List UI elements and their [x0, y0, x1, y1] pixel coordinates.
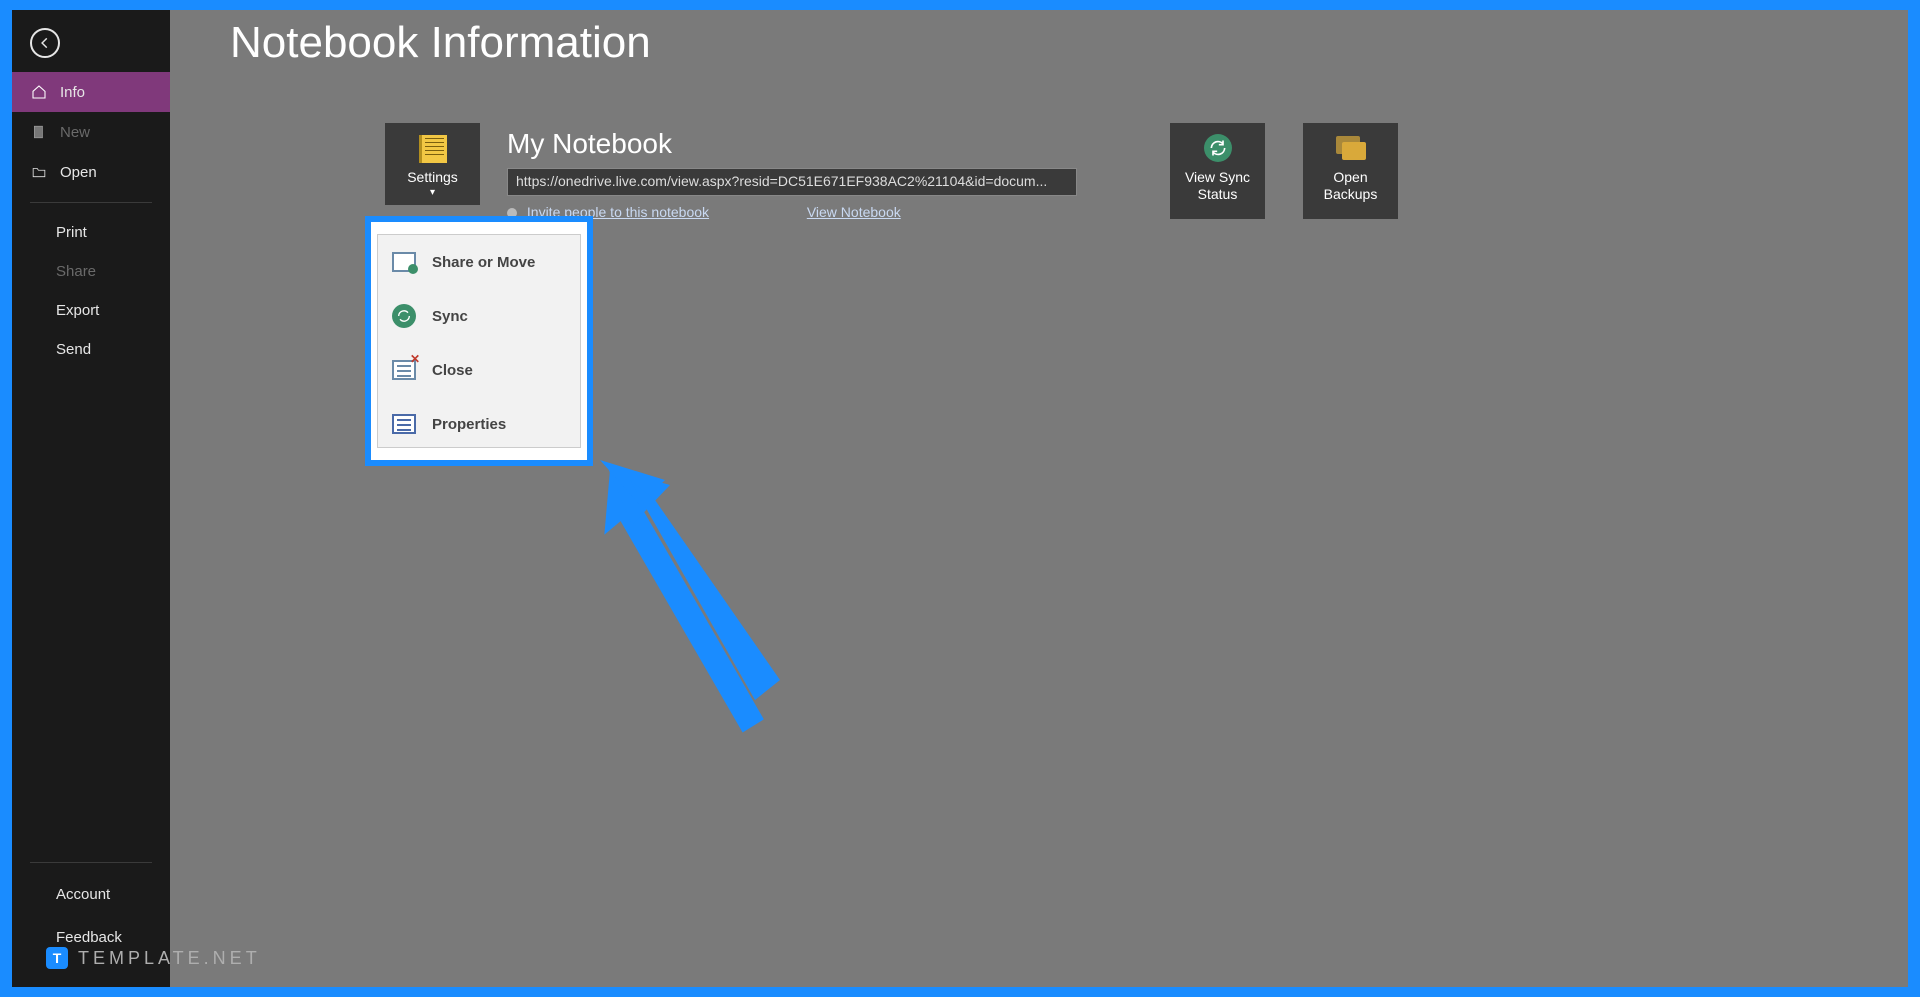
open-backups-button[interactable]: Open Backups [1303, 123, 1398, 219]
settings-button[interactable]: Settings ▾ [385, 123, 480, 205]
properties-icon [390, 410, 418, 438]
back-button[interactable] [30, 28, 60, 58]
settings-dropdown: Share or Move Sync Close Properties [377, 234, 581, 448]
annotation-arrow-shape [600, 460, 800, 725]
back-arrow-icon [38, 36, 52, 50]
tile-label: Backups [1303, 186, 1398, 203]
chevron-down-icon: ▾ [385, 187, 480, 198]
notebook-url-field[interactable]: https://onedrive.live.com/view.aspx?resi… [507, 168, 1077, 196]
tile-label: Open [1303, 169, 1398, 186]
app-window: Info New Open Print Share [12, 10, 1908, 987]
dropdown-label: Sync [432, 308, 468, 325]
folder-open-icon [30, 163, 48, 181]
sidebar-item-new: New [12, 112, 170, 152]
sync-icon [390, 302, 418, 330]
dropdown-share-or-move[interactable]: Share or Move [378, 235, 580, 289]
dropdown-label: Properties [432, 416, 506, 433]
sidebar-item-account[interactable]: Account [12, 873, 170, 916]
watermark-text: TEMPLATE.NET [78, 948, 261, 969]
dropdown-label: Close [432, 362, 473, 379]
sidebar-item-open[interactable]: Open [12, 152, 170, 192]
close-notebook-icon [390, 356, 418, 384]
sidebar-separator [30, 202, 152, 203]
watermark-badge: T [46, 947, 68, 969]
notebook-icon [419, 135, 447, 163]
notebook-name: My Notebook [507, 128, 672, 160]
sidebar-separator [30, 862, 152, 863]
main-panel: Notebook Information Settings ▾ My Noteb… [170, 10, 1908, 987]
home-icon [30, 83, 48, 101]
sidebar-label: New [60, 124, 90, 141]
dropdown-sync[interactable]: Sync [378, 289, 580, 343]
settings-dropdown-highlight: Share or Move Sync Close Properties [365, 216, 593, 466]
sidebar-item-send[interactable]: Send [12, 330, 170, 369]
dropdown-close[interactable]: Close [378, 343, 580, 397]
sidebar-list: Info New Open Print Share [12, 72, 170, 369]
sidebar-label: Account [56, 886, 110, 903]
view-sync-status-button[interactable]: View Sync Status [1170, 123, 1265, 219]
sidebar-label: Info [60, 84, 85, 101]
sidebar-item-share: Share [12, 252, 170, 291]
sidebar-item-print[interactable]: Print [12, 213, 170, 252]
sync-icon [1203, 133, 1233, 163]
sidebar-label: Send [56, 341, 91, 358]
sidebar-label: Print [56, 224, 87, 241]
view-notebook-link[interactable]: View Notebook [807, 204, 901, 220]
sidebar-item-info[interactable]: Info [12, 72, 170, 112]
dropdown-properties[interactable]: Properties [378, 397, 580, 451]
sidebar-label: Open [60, 164, 97, 181]
sidebar-label: Share [56, 263, 96, 280]
page-title: Notebook Information [230, 18, 651, 68]
tile-label: Status [1170, 186, 1265, 203]
dropdown-label: Share or Move [432, 254, 535, 271]
sidebar-label: Feedback [56, 929, 122, 946]
share-icon [390, 248, 418, 276]
document-icon [30, 123, 48, 141]
sidebar-label: Export [56, 302, 99, 319]
watermark: T TEMPLATE.NET [46, 947, 261, 969]
sidebar-bottom: Account Feedback [12, 852, 170, 959]
sidebar-item-export[interactable]: Export [12, 291, 170, 330]
folders-icon [1336, 133, 1366, 163]
backstage-sidebar: Info New Open Print Share [12, 10, 170, 987]
settings-label: Settings [385, 169, 480, 185]
tile-label: View Sync [1170, 169, 1265, 186]
